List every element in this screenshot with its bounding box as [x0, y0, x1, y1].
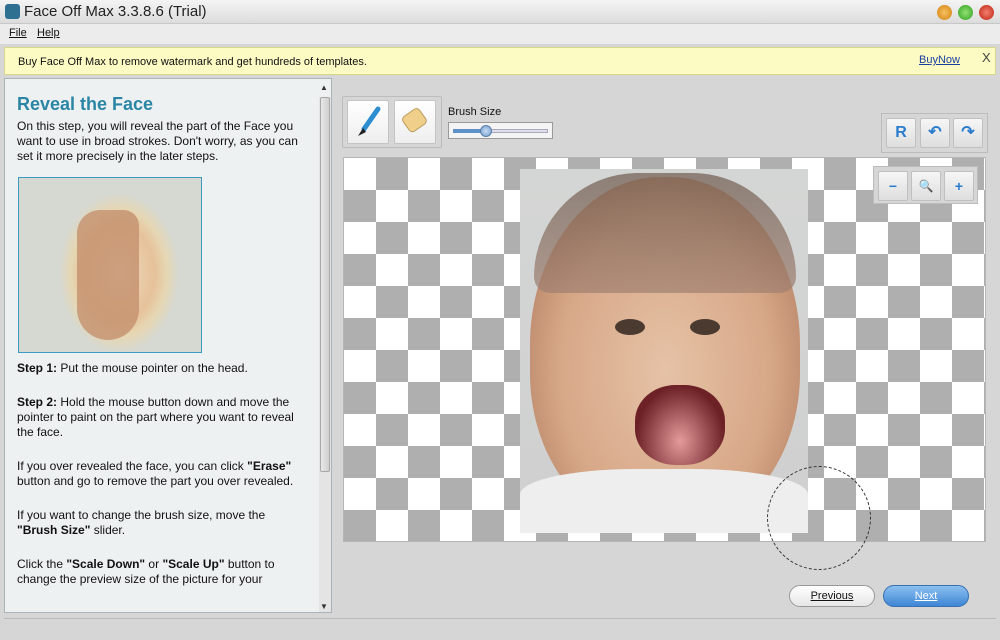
- brush-size-slider[interactable]: [448, 122, 553, 139]
- scale-tip: Click the "Scale Down" or "Scale Up" but…: [17, 557, 275, 586]
- erase-button[interactable]: [394, 100, 436, 144]
- window-title: Face Off Max 3.3.8.6 (Trial): [24, 3, 207, 20]
- zoom-in-icon: +: [954, 178, 964, 194]
- scroll-down-icon[interactable]: ▼: [320, 602, 328, 611]
- tool-group: [342, 96, 442, 148]
- menu-file[interactable]: File: [9, 27, 27, 39]
- trial-banner: Buy Face Off Max to remove watermark and…: [4, 47, 996, 75]
- maximize-button[interactable]: [958, 5, 973, 20]
- intro-text: On this step, you will reveal the part o…: [17, 119, 298, 163]
- magnifier-icon: 🔍: [918, 179, 934, 193]
- app-logo-icon: [5, 4, 20, 19]
- brush-tip: If you want to change the brush size, mo…: [17, 508, 266, 537]
- zoom-out-icon: −: [888, 178, 898, 194]
- brush-size-label: Brush Size: [448, 106, 502, 118]
- step2-text: Step 2: Hold the mouse button down and m…: [17, 395, 294, 439]
- step1-text: Step 1: Put the mouse pointer on the hea…: [17, 361, 248, 375]
- scrollbar-thumb[interactable]: [320, 97, 330, 472]
- undo-icon: ↶: [928, 124, 942, 141]
- status-bar: [4, 618, 996, 638]
- reset-button[interactable]: R: [886, 118, 916, 148]
- erase-tip: If you over revealed the face, you can c…: [17, 459, 294, 488]
- menu-bar: File Help: [0, 24, 1000, 44]
- brush-icon: [358, 106, 381, 136]
- previous-button[interactable]: Previous: [789, 585, 875, 607]
- panel-scrollbar[interactable]: ▲ ▼: [319, 83, 331, 612]
- example-image: [18, 177, 202, 353]
- fit-button[interactable]: 🔍: [911, 171, 941, 201]
- editing-canvas[interactable]: [343, 157, 986, 542]
- scale-up-button[interactable]: +: [944, 171, 974, 201]
- undo-button[interactable]: ↶: [920, 118, 950, 148]
- eraser-icon: [402, 108, 427, 133]
- buy-now-link[interactable]: BuyNow: [919, 54, 960, 66]
- slider-thumb[interactable]: [480, 125, 493, 137]
- zoom-group: − 🔍 +: [873, 166, 978, 204]
- close-button[interactable]: [979, 5, 994, 20]
- banner-close-button[interactable]: X: [982, 50, 991, 65]
- menu-help[interactable]: Help: [37, 27, 60, 39]
- step-title: Reveal the Face: [17, 94, 154, 114]
- reset-icon: R: [895, 124, 907, 141]
- redo-icon: ↷: [961, 124, 975, 141]
- brush-button[interactable]: [347, 100, 389, 144]
- banner-message: Buy Face Off Max to remove watermark and…: [18, 56, 367, 68]
- next-button[interactable]: Next: [883, 585, 969, 607]
- instructions-panel: Reveal the Face On this step, you will r…: [4, 78, 332, 613]
- scale-down-button[interactable]: −: [878, 171, 908, 201]
- face-photo: [520, 169, 808, 533]
- brush-cursor: [767, 466, 871, 570]
- history-group: R ↶ ↷: [881, 113, 988, 153]
- scroll-up-icon[interactable]: ▲: [320, 83, 328, 92]
- redo-button[interactable]: ↷: [953, 118, 983, 148]
- minimize-button[interactable]: [937, 5, 952, 20]
- title-bar: Face Off Max 3.3.8.6 (Trial): [0, 0, 1000, 24]
